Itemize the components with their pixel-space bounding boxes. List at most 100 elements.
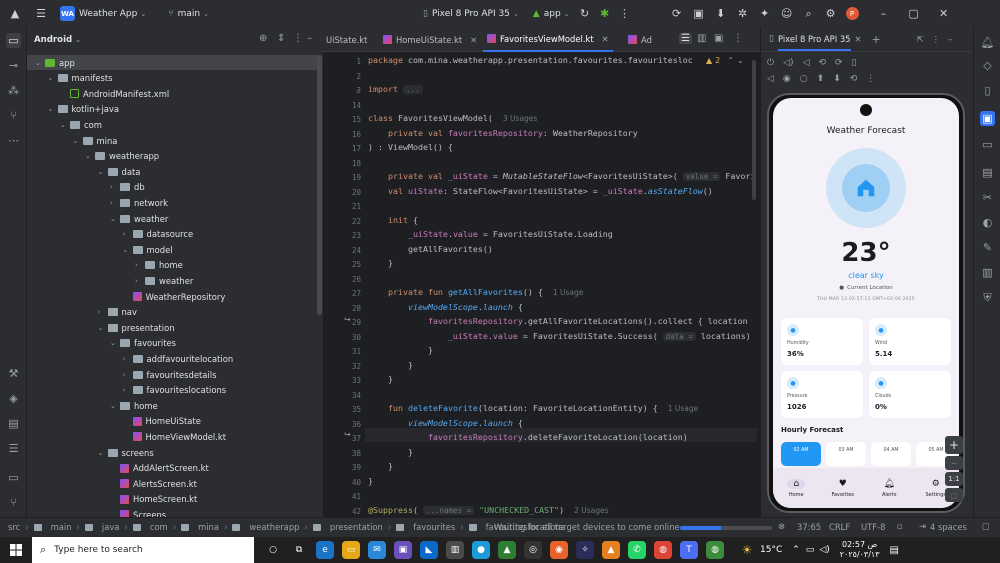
taskbar-search[interactable]: ⌕ Type here to search bbox=[32, 537, 254, 563]
code-line[interactable]: private fun getAllFavorites() { 1 Usage bbox=[368, 287, 583, 301]
code-line[interactable]: viewModelScope.launch { bbox=[368, 302, 523, 316]
nav-item-favorites[interactable]: ♥ Favorites bbox=[823, 479, 863, 498]
rotate-left-icon[interactable]: ⟲ bbox=[818, 58, 826, 68]
maximize-icon[interactable]: ▢ bbox=[907, 7, 921, 21]
tree-item[interactable]: ⌄ weatherapp bbox=[85, 149, 159, 164]
power-icon[interactable]: ⏻ bbox=[767, 58, 774, 68]
chevron-down-icon[interactable]: ⌄ bbox=[737, 56, 744, 65]
collapse-icon[interactable]: ⇕ bbox=[277, 33, 285, 44]
code-line[interactable]: } bbox=[368, 476, 373, 490]
tree-item[interactable]: AddAlertScreen.kt bbox=[110, 461, 209, 476]
pull-requests-icon[interactable]: ⑂ bbox=[6, 108, 21, 123]
hide-icon[interactable]: – bbox=[307, 33, 312, 44]
code-view-icon[interactable]: ☰ bbox=[679, 33, 692, 44]
gradle-tool-icon[interactable]: ◇ bbox=[980, 58, 995, 73]
breadcrumb-item[interactable]: src bbox=[8, 522, 20, 532]
postman-icon[interactable]: ◉ bbox=[550, 541, 568, 559]
volume-up-icon[interactable]: ◁) bbox=[783, 58, 793, 68]
code-line[interactable]: import ... bbox=[368, 84, 423, 98]
tab-favoritesviewmodel[interactable]: FavoritesViewModel.kt ✕ bbox=[483, 27, 613, 52]
code-line[interactable]: fun deleteFavorite(location: FavoriteLoc… bbox=[368, 403, 698, 417]
app-inspection-icon[interactable]: ▤ bbox=[6, 416, 21, 431]
tab-uistate[interactable]: UiState.kt bbox=[326, 27, 367, 52]
chevron-down-icon[interactable]: ⌄ bbox=[98, 449, 108, 457]
tree-item[interactable]: ⌄ favourites bbox=[110, 336, 176, 351]
code-line[interactable]: getAllFavorites() bbox=[368, 244, 493, 258]
store-icon[interactable]: ▥ bbox=[446, 541, 464, 559]
vscode-icon[interactable]: ◣ bbox=[420, 541, 438, 559]
assistant-icon[interactable]: ◐ bbox=[980, 215, 995, 230]
volume-icon[interactable]: ◁) bbox=[819, 545, 829, 555]
gradle-icon[interactable]: ◈ bbox=[6, 391, 21, 406]
breadcrumb-item[interactable]: java bbox=[102, 522, 120, 532]
memory-icon[interactable]: ▢ bbox=[982, 521, 990, 531]
code-line[interactable]: favoritesRepository.getAllFavoriteLocati… bbox=[368, 316, 748, 330]
locate-icon[interactable]: ⊕ bbox=[259, 33, 267, 44]
windows-start-icon[interactable] bbox=[0, 537, 32, 563]
split-view-icon[interactable]: ▥ bbox=[697, 33, 706, 44]
tree-item[interactable]: ⌄ com bbox=[60, 117, 102, 132]
chevron-down-icon[interactable]: ⌄ bbox=[110, 215, 120, 223]
code-line[interactable]: _uiState.value = FavoritesUiState.Loadin… bbox=[368, 229, 613, 243]
editor-scrollbar[interactable] bbox=[752, 60, 756, 200]
chrome-green-icon[interactable]: ◍ bbox=[706, 541, 724, 559]
vlc-icon[interactable]: ▲ bbox=[602, 541, 620, 559]
fold-icon[interactable]: › bbox=[356, 87, 359, 95]
rotate-right-icon[interactable]: ⟳ bbox=[835, 58, 843, 68]
project-scrollbar[interactable] bbox=[317, 55, 322, 315]
tree-item[interactable]: ⌄ kotlin+java bbox=[48, 102, 120, 117]
close-icon[interactable]: ✕ bbox=[937, 7, 951, 21]
tree-item[interactable]: ⌄ presentation bbox=[98, 320, 175, 335]
code-line[interactable]: } bbox=[368, 461, 393, 475]
breadcrumb-item[interactable]: mina bbox=[198, 522, 219, 532]
tree-item[interactable]: HomeUiState bbox=[123, 414, 201, 429]
code-line[interactable]: _uiState.value = FavoritesUiState.Succes… bbox=[368, 331, 751, 345]
close-tab-icon[interactable]: ✕ bbox=[602, 34, 609, 44]
cortana-icon[interactable]: ○ bbox=[264, 541, 282, 559]
chevron-down-icon[interactable]: ⌄ bbox=[48, 105, 58, 113]
main-menu-icon[interactable]: ☰ bbox=[34, 7, 48, 21]
network-icon[interactable]: ▭ bbox=[806, 545, 815, 555]
code-line[interactable]: favoritesRepository.deleteFavoriteLocati… bbox=[368, 432, 688, 446]
tree-item[interactable]: › weather bbox=[135, 273, 193, 288]
device-manager-icon[interactable]: ▣ bbox=[692, 7, 706, 21]
running-devices-icon[interactable]: ▣ bbox=[980, 111, 995, 126]
gutter-arrow-icon[interactable]: ↪ bbox=[344, 315, 351, 324]
tree-item[interactable]: ⌄ mina bbox=[73, 133, 118, 148]
chevron-right-icon[interactable]: › bbox=[110, 199, 120, 207]
chevron-right-icon[interactable]: › bbox=[123, 230, 133, 238]
chevron-right-icon[interactable]: › bbox=[123, 355, 133, 363]
emulator-screen[interactable]: Weather Forecast 23° clear sky ● Current … bbox=[773, 98, 959, 508]
app-icon[interactable]: ▣ bbox=[394, 541, 412, 559]
hourly-item[interactable]: 03 AM bbox=[826, 442, 866, 466]
tree-item[interactable]: ⌄ model bbox=[123, 242, 173, 257]
screenshot-icon[interactable]: ◉ bbox=[783, 74, 791, 84]
chevron-down-icon[interactable]: ⌄ bbox=[35, 59, 45, 67]
chevron-down-icon[interactable]: ⌄ bbox=[60, 121, 70, 129]
terminal-icon[interactable]: ▭ bbox=[6, 470, 21, 485]
tree-item[interactable]: ⌄ weather bbox=[110, 211, 168, 226]
chevron-right-icon[interactable]: › bbox=[135, 277, 145, 285]
emulator-icon[interactable]: ▭ bbox=[980, 137, 995, 152]
app-dark-icon[interactable]: ◎ bbox=[524, 541, 542, 559]
notifications-icon[interactable]: 🔔︎ bbox=[980, 35, 995, 50]
code-line[interactable]: } bbox=[368, 374, 393, 388]
security-icon[interactable]: ⛨ bbox=[980, 290, 995, 305]
fold-device-icon[interactable]: ▯ bbox=[852, 58, 857, 68]
tree-item[interactable]: › network bbox=[110, 195, 168, 210]
resource-manager-icon[interactable]: ⁂ bbox=[6, 83, 21, 98]
snapshot-icon[interactable]: ⟲ bbox=[850, 74, 858, 84]
breadcrumb-item[interactable]: main bbox=[51, 522, 72, 532]
tree-item[interactable]: AndroidManifest.xml bbox=[60, 86, 169, 101]
code-line[interactable]: package com.mina.weatherapp.presentation… bbox=[368, 55, 693, 69]
overview-icon[interactable]: ⬆ bbox=[817, 74, 825, 84]
zoom-out-button[interactable]: – bbox=[945, 456, 963, 470]
chevron-down-icon[interactable]: ⌄ bbox=[85, 152, 95, 160]
settings-icon[interactable]: ⚙ bbox=[824, 7, 838, 21]
code-line[interactable]: ) : ViewModel() { bbox=[368, 142, 453, 156]
tab-homeuistate[interactable]: HomeUiState.kt ✕ bbox=[383, 27, 477, 52]
options-icon[interactable]: ⋮ bbox=[932, 34, 940, 44]
more-icon[interactable]: ⋮ bbox=[618, 7, 632, 21]
chevron-down-icon[interactable]: ⌄ bbox=[73, 137, 83, 145]
code-line[interactable]: class FavoritesViewModel( 3 Usages bbox=[368, 113, 537, 127]
